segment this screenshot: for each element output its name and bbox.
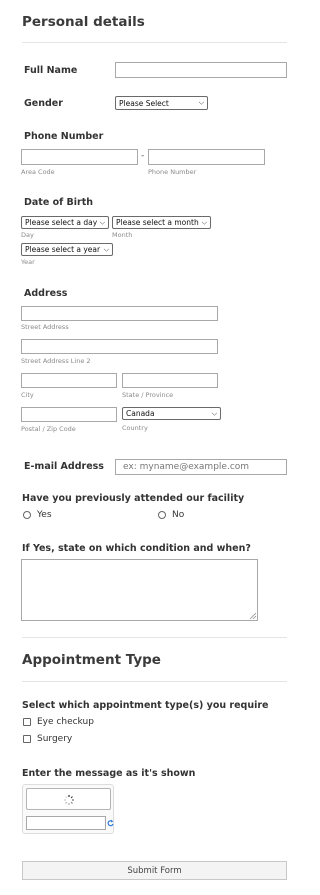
section-title-appointment: Appointment Type bbox=[22, 652, 161, 668]
dob-label: Date of Birth bbox=[24, 197, 94, 208]
phone-dash: - bbox=[141, 151, 145, 161]
appointment-option-eye-checkup[interactable]: Eye checkup bbox=[23, 717, 94, 727]
captcha-input[interactable] bbox=[26, 816, 106, 830]
divider bbox=[22, 42, 287, 43]
country-select[interactable]: Canada ⌵ bbox=[122, 407, 221, 420]
area-code-input[interactable] bbox=[21, 149, 138, 165]
attended-question: Have you previously attended our facilit… bbox=[22, 493, 245, 504]
captcha-question: Enter the message as it's shown bbox=[22, 768, 196, 779]
state-sublabel: State / Province bbox=[122, 391, 174, 399]
submit-button[interactable]: Submit Form bbox=[22, 861, 287, 880]
area-code-sublabel: Area Code bbox=[21, 168, 55, 176]
checkbox[interactable] bbox=[23, 718, 31, 726]
attended-no-option[interactable]: No bbox=[158, 510, 184, 520]
chevron-down-icon: ⌵ bbox=[198, 98, 204, 107]
chevron-down-icon: ⌵ bbox=[211, 409, 217, 417]
divider bbox=[22, 681, 287, 682]
chevron-down-icon: ⌵ bbox=[99, 218, 105, 226]
chevron-down-icon: ⌵ bbox=[103, 245, 109, 253]
condition-question: If Yes, state on which condition and whe… bbox=[22, 543, 251, 554]
attended-yes-label: Yes bbox=[37, 510, 52, 520]
refresh-icon[interactable] bbox=[107, 819, 114, 827]
phone-label: Phone Number bbox=[24, 131, 104, 142]
radio-button[interactable] bbox=[158, 511, 166, 519]
dob-month-sublabel: Month bbox=[112, 231, 133, 239]
attended-no-label: No bbox=[172, 510, 185, 520]
section-title-personal: Personal details bbox=[22, 14, 145, 30]
phone-number-sublabel: Phone Number bbox=[148, 168, 197, 176]
dob-year-sublabel: Year bbox=[21, 258, 35, 266]
appointment-option-label: Surgery bbox=[37, 734, 73, 744]
condition-textarea[interactable] bbox=[21, 559, 258, 621]
gender-select-value: Please Select bbox=[119, 98, 169, 108]
dob-year-select[interactable]: Please select a year ⌵ bbox=[21, 243, 113, 256]
dob-day-value: Please select a day bbox=[25, 218, 98, 227]
radio-button[interactable] bbox=[23, 511, 31, 519]
email-label: E-mail Address bbox=[24, 461, 104, 472]
gender-label: Gender bbox=[24, 98, 63, 109]
full-name-label: Full Name bbox=[24, 65, 78, 76]
appointment-option-surgery[interactable]: Surgery bbox=[23, 734, 72, 744]
dob-year-value: Please select a year bbox=[25, 245, 101, 254]
gender-select[interactable]: Please Select ⌵ bbox=[115, 96, 208, 110]
resize-handle-icon[interactable] bbox=[250, 613, 256, 619]
city-input[interactable] bbox=[21, 373, 117, 388]
phone-number-input[interactable] bbox=[148, 149, 265, 165]
street-address-sublabel: Street Address bbox=[21, 323, 69, 331]
street-address-line2-input[interactable] bbox=[21, 339, 218, 354]
dob-day-sublabel: Day bbox=[21, 231, 34, 239]
dob-month-select[interactable]: Please select a month ⌵ bbox=[112, 216, 211, 229]
country-sublabel: Country bbox=[122, 424, 148, 432]
loading-spinner-icon bbox=[64, 795, 74, 805]
dob-month-value: Please select a month bbox=[116, 218, 199, 227]
checkbox[interactable] bbox=[23, 735, 31, 743]
street-address-input[interactable] bbox=[21, 306, 218, 321]
captcha-image bbox=[26, 788, 111, 810]
state-input[interactable] bbox=[122, 373, 218, 388]
email-input[interactable]: ex: myname@example.com bbox=[115, 459, 287, 475]
postal-code-sublabel: Postal / Zip Code bbox=[21, 425, 76, 433]
appointment-question: Select which appointment type(s) you req… bbox=[22, 700, 269, 711]
captcha-box bbox=[22, 784, 114, 834]
divider bbox=[22, 637, 287, 638]
street-address-line2-sublabel: Street Address Line 2 bbox=[21, 357, 91, 365]
chevron-down-icon: ⌵ bbox=[201, 218, 207, 226]
postal-code-input[interactable] bbox=[21, 407, 117, 422]
full-name-input[interactable] bbox=[115, 62, 287, 78]
dob-day-select[interactable]: Please select a day ⌵ bbox=[21, 216, 109, 229]
address-label: Address bbox=[24, 288, 68, 299]
appointment-option-label: Eye checkup bbox=[37, 717, 94, 727]
country-select-value: Canada bbox=[126, 409, 155, 418]
attended-yes-option[interactable]: Yes bbox=[23, 510, 52, 520]
email-placeholder: ex: myname@example.com bbox=[123, 462, 250, 472]
city-sublabel: City bbox=[21, 391, 34, 399]
